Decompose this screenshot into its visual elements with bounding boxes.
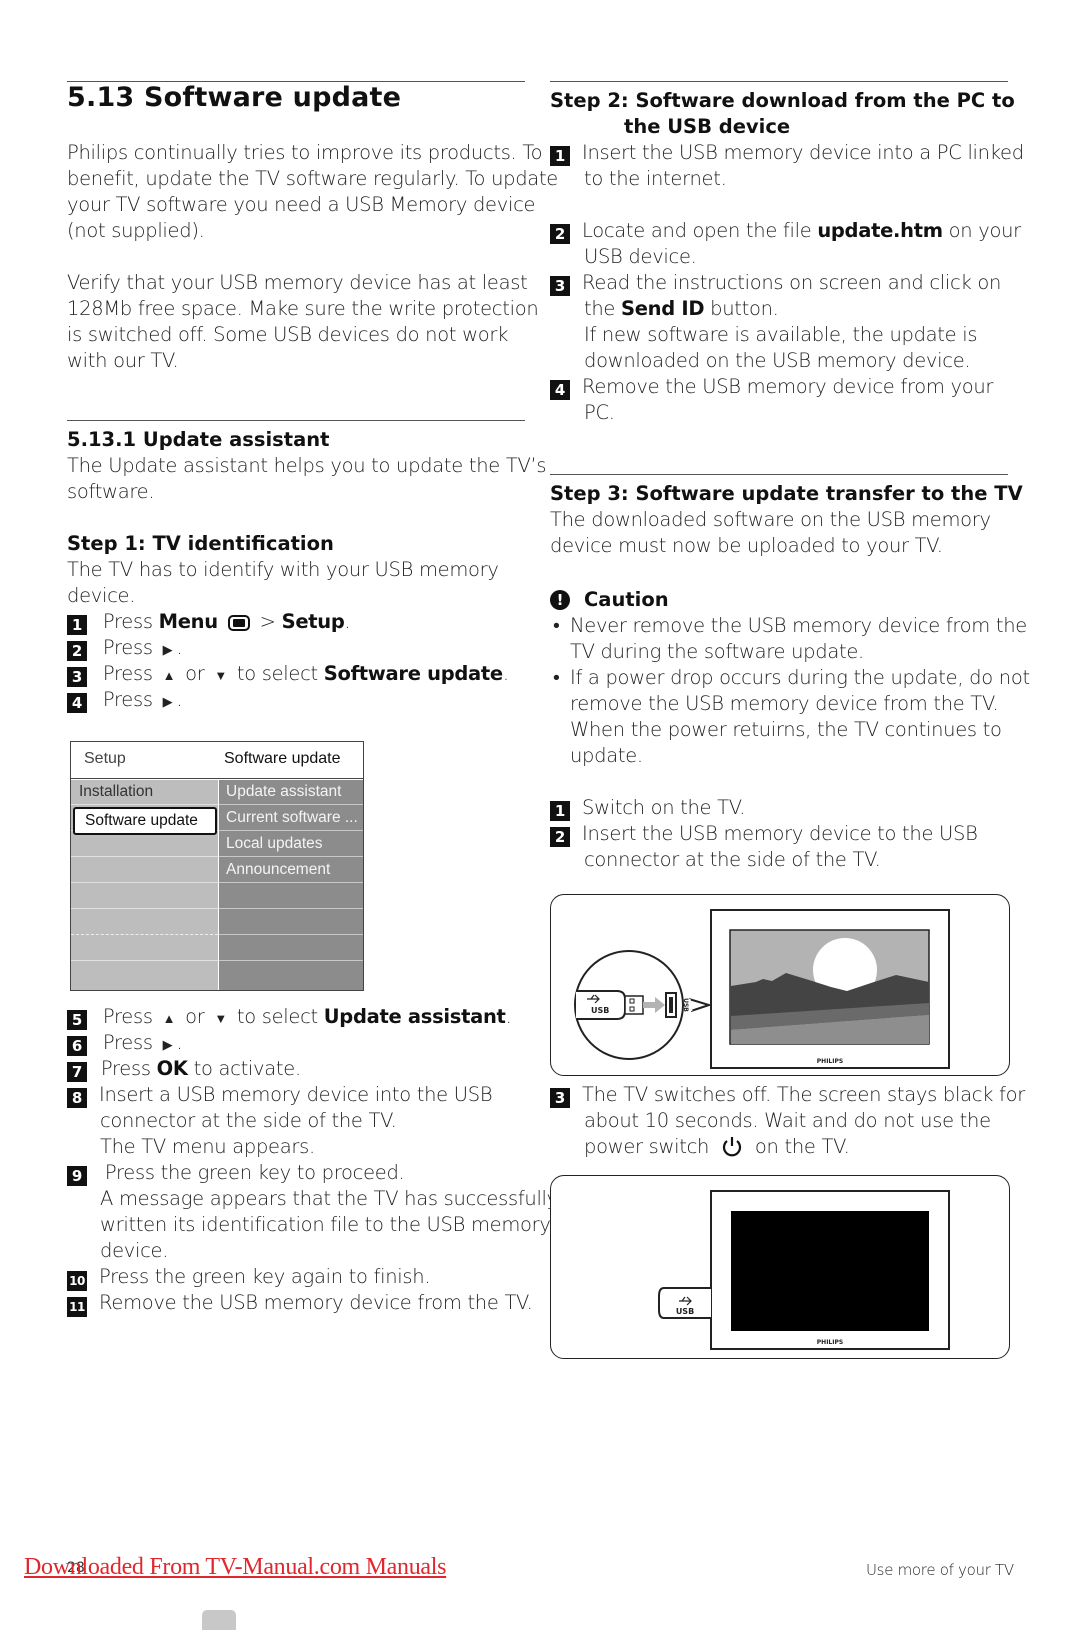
section-title: 5.13 Software update <box>67 82 402 113</box>
tv-screen-black <box>731 1211 929 1331</box>
step1-item-4: 4 Press ▶. <box>67 687 183 716</box>
tv-brand-label: PHILIPS <box>817 1058 843 1065</box>
menu-header-left: Setup <box>84 750 126 767</box>
usb-port-label: USB <box>682 998 689 1012</box>
step2-title: Step 2: Software download from the PC to <box>550 89 1015 112</box>
down-arrow-icon: ▼ <box>214 1012 227 1027</box>
menu-item-local-updates: Local updates <box>219 832 363 857</box>
menu-item-announcement: Announcement <box>219 858 363 883</box>
right-arrow-icon: ▶ <box>162 695 173 710</box>
power-icon <box>722 1137 742 1157</box>
step1-item-7: 7 Press OK to activate. <box>67 1056 301 1082</box>
caution-icon: ! <box>550 590 570 610</box>
menu-item-installation: Installation <box>71 780 218 805</box>
step1-item-6: 6 Press ▶. <box>67 1030 183 1059</box>
usb-insert-illustration: PHILIPS USB USB <box>550 894 1010 1076</box>
step1-intro: The TV has to identify with your USB mem… <box>67 558 499 581</box>
down-arrow-icon: ▼ <box>214 669 227 684</box>
scrollbar-thumb[interactable] <box>202 1610 236 1630</box>
menu-right-column: Update assistant Current software ... Lo… <box>219 780 363 990</box>
tv-setup-menu-screenshot: Setup Software update Installation Softw… <box>70 741 364 991</box>
subsection-intro: The Update assistant helps you to update… <box>67 454 547 477</box>
step1-title: Step 1: TV identification <box>67 532 334 555</box>
svg-text:USB: USB <box>676 1307 694 1316</box>
tv-screen-landscape <box>729 929 930 1045</box>
step1-item-10: 10 Press the green key again to finish. <box>67 1264 431 1291</box>
step1-item-3: 3 Press ▲ or ▼ to select Software update… <box>67 661 509 690</box>
menu-item-update-assistant: Update assistant <box>219 780 363 805</box>
step3-item-1: 1 Switch on the TV. <box>550 795 746 821</box>
subsection-title: 5.13.1 Update assistant <box>67 428 330 451</box>
usb-stick-label: USB <box>591 1006 609 1015</box>
step1-item-1: 1 Press Menu > Setup. <box>67 609 351 635</box>
step1-item-11: 11 Remove the USB memory device from the … <box>67 1290 533 1317</box>
step3-rule <box>550 474 1008 475</box>
step3-title: Step 3: Software update transfer to the … <box>550 482 1023 505</box>
usb-insert-drawing: PHILIPS USB USB <box>574 909 950 1069</box>
menu-item-current-software: Current software ... <box>219 806 363 831</box>
step1-item-2: 2 Press ▶. <box>67 635 183 664</box>
menu-header-right: Software update <box>224 750 341 767</box>
usb-stick-inserted-icon: USB <box>658 1287 711 1319</box>
step1-item-5: 5 Press ▲ or ▼ to select Update assistan… <box>67 1004 512 1033</box>
download-source-link[interactable]: Downloaded From TV-Manual.com Manuals <box>24 1554 446 1581</box>
step-number-badge: 1 <box>67 615 87 635</box>
tv-off-illustration: PHILIPS USB <box>550 1175 1010 1359</box>
step2-rule <box>550 81 1008 82</box>
footer-chapter-title: Use more of your TV <box>866 1561 1014 1579</box>
subsection-rule <box>67 420 525 421</box>
caution-title: Caution <box>584 588 669 611</box>
menu-header: Setup Software update <box>71 742 363 779</box>
menu-button-icon <box>227 615 250 631</box>
menu-item-software-update-selected: Software update <box>73 807 217 835</box>
tv-brand-label: PHILIPS <box>817 1339 843 1346</box>
step3-intro: The downloaded software on the USB memor… <box>550 508 991 531</box>
